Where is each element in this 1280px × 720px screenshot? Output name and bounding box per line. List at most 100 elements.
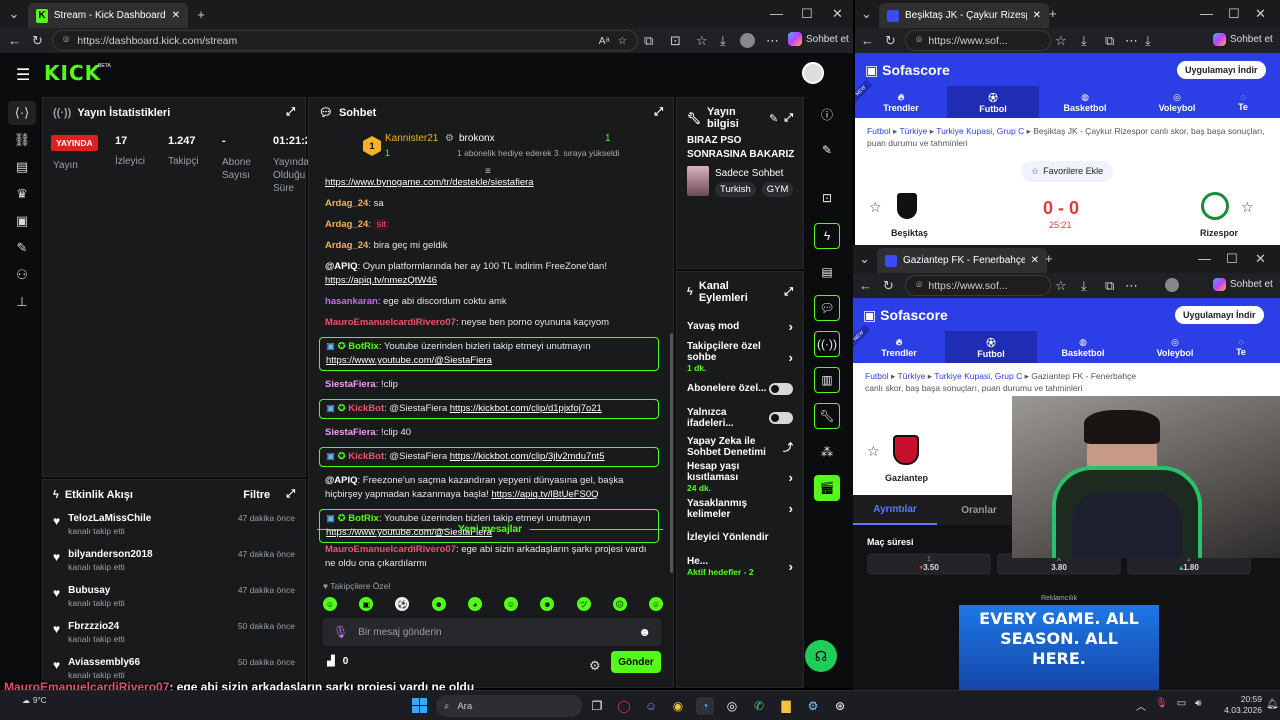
edit-pencil-icon[interactable]: ✎ xyxy=(769,112,778,125)
downloads-icon[interactable]: ⤓ xyxy=(1081,33,1087,49)
tab-kick-dashboard[interactable]: K Stream - Kick Dashboard ✕ xyxy=(28,3,188,28)
chrome-icon[interactable]: ◉ xyxy=(669,697,687,715)
clock[interactable]: 20:59 4.03.2026 xyxy=(1218,694,1262,716)
popout-icon[interactable]: ⤢ xyxy=(286,106,295,119)
tools-icon[interactable]: 🔧︎ xyxy=(814,403,840,429)
chat-link[interactable]: https://www.youtube.com/@SiestaFiera xyxy=(326,355,492,366)
emote-icon[interactable]: ☻ xyxy=(431,597,446,611)
hamburger-menu-icon[interactable]: ☰ xyxy=(16,65,30,85)
whatsapp-icon[interactable]: ✆ xyxy=(750,697,768,715)
settings-app-icon[interactable]: ⚙ xyxy=(804,697,822,715)
tag-chip[interactable]: GYM xyxy=(761,182,794,197)
chat-username[interactable]: hasankaran xyxy=(325,296,378,307)
emote-icon[interactable]: ☺ xyxy=(323,597,337,611)
kick-logo[interactable]: KICK xyxy=(44,61,101,85)
emote-icon[interactable]: ◕ xyxy=(467,597,482,611)
minimize-icon[interactable]: — xyxy=(1198,251,1211,266)
favorites-icon[interactable]: ☆ xyxy=(696,33,708,49)
back-icon[interactable]: ← xyxy=(859,278,872,293)
analytics-icon[interactable]: ▤ xyxy=(8,155,36,179)
obs-icon[interactable]: ◎ xyxy=(723,697,741,715)
settings-wrench-icon[interactable]: ✎ xyxy=(8,236,36,260)
notification-bell-icon[interactable]: 🔔︎ xyxy=(1266,699,1279,710)
toggle-switch[interactable] xyxy=(769,411,793,424)
chat-username[interactable]: MauroEmanuelcardiRivero07 xyxy=(325,317,456,328)
payouts-icon[interactable]: ⊥ xyxy=(8,290,36,314)
chat-scrollbar[interactable] xyxy=(670,333,673,573)
popout-activity-icon[interactable]: ⤢ xyxy=(286,488,295,501)
toggle-switch[interactable] xyxy=(769,382,793,395)
emoji-picker-icon[interactable]: ☻ xyxy=(638,625,651,639)
tab-details[interactable]: Ayrıntılar xyxy=(853,495,937,525)
weather-widget[interactable]: ☁ 9°C xyxy=(22,696,46,705)
away-team-name[interactable]: Rizespor xyxy=(1200,228,1238,238)
volume-icon[interactable]: 🔊︎ xyxy=(1195,698,1201,713)
scene-icon[interactable]: ⊡ xyxy=(814,185,840,211)
start-button[interactable] xyxy=(412,698,427,713)
profile-avatar[interactable] xyxy=(740,33,755,48)
crumb-football[interactable]: Futbol xyxy=(867,126,891,136)
install-app-button[interactable]: Uygulamayı İndir xyxy=(1177,61,1266,79)
nav-trending[interactable]: 🔥︎ Trendler xyxy=(855,86,947,118)
filter-button[interactable]: Filtre xyxy=(243,489,270,501)
split-screen-icon[interactable]: ⊡ xyxy=(670,33,681,49)
copilot-button[interactable]: Sohbet et xyxy=(788,32,849,46)
taskbar-search[interactable]: ⌕ Ara xyxy=(436,695,582,717)
activity-user[interactable]: Aviassembly66 xyxy=(68,657,230,668)
chat-link[interactable]: https://kickbot.com/clip/d1pjxfoj7o21 xyxy=(450,403,602,414)
nav-volleyball[interactable]: ◎ Voleybol xyxy=(1129,331,1221,363)
crumb-country[interactable]: Türkiye xyxy=(897,371,925,381)
microphone-icon[interactable]: 🎙︎ xyxy=(333,625,348,639)
close-window-icon[interactable]: ✕ xyxy=(1255,251,1266,267)
nav-basketball[interactable]: ◍ Basketbol xyxy=(1037,331,1129,363)
install-app-button[interactable]: Uygulamayı İndir xyxy=(1175,306,1264,324)
nav-basketball[interactable]: ◍ Basketbol xyxy=(1039,86,1131,118)
edge-icon[interactable]: ◔ xyxy=(696,697,714,715)
new-messages-divider[interactable]: Yeni mesajlar xyxy=(317,524,663,535)
more-menu-icon[interactable]: ⋯ xyxy=(766,33,779,49)
chat-username[interactable]: Ardag_24 xyxy=(325,219,368,230)
new-tab-icon[interactable]: + xyxy=(1045,251,1053,266)
emote-icon[interactable]: ☹ xyxy=(612,597,627,611)
chat-username[interactable]: Ardag_24 xyxy=(325,240,368,251)
file-explorer-icon[interactable]: ▇ xyxy=(777,697,795,715)
popout-actions-icon[interactable]: ⤢ xyxy=(784,286,793,299)
emote-icon[interactable]: ▣ xyxy=(359,597,374,611)
chat-username[interactable]: SiestaFiera xyxy=(325,379,376,390)
downloads-icon[interactable]: ⤓ xyxy=(720,33,726,49)
sofascore-logo[interactable]: ▣ Sofascore xyxy=(863,307,948,324)
info-icon[interactable]: ⓘ xyxy=(814,101,840,127)
quick-actions-icon[interactable]: ϟ xyxy=(814,223,840,249)
task-view-icon[interactable]: ❐ xyxy=(588,697,606,715)
extensions-icon[interactable]: ⧉ xyxy=(644,33,653,49)
copilot-button[interactable]: Sohbet et xyxy=(1213,278,1273,291)
tab-odds[interactable]: Oranlar xyxy=(937,495,1021,525)
tab-gaziantep[interactable]: Gaziantep FK - Fenerbahçe canlı sk ✕ xyxy=(877,248,1047,273)
away-favorite-star-icon[interactable]: ☆ xyxy=(1241,199,1254,216)
link-icon[interactable]: ⛓ xyxy=(8,128,36,152)
opera-icon[interactable]: ◯ xyxy=(615,697,633,715)
activity-item[interactable]: ♥ Bubusay kanalı takip etti 47 dakika önce xyxy=(43,585,305,621)
activity-item[interactable]: ♥ TelozLaMissChile kanalı takip etti 47 dak… xyxy=(43,513,305,549)
channel-action-item[interactable]: Yapay Zeka ile Sohbet Denetimi ⤴ xyxy=(677,432,803,461)
chat-username[interactable]: KickBot xyxy=(348,451,384,462)
last-message-user[interactable]: MauroEmanuelcardiRivero07 xyxy=(325,544,456,555)
chat-username[interactable]: Ardag_24 xyxy=(325,198,368,209)
stream-icon[interactable]: ⟨·⟩ xyxy=(8,101,36,125)
steam-icon[interactable]: ⊛ xyxy=(831,697,849,715)
support-headset-button[interactable]: ☊ xyxy=(805,640,837,672)
chat-username[interactable]: BotRix xyxy=(348,513,379,524)
tab-list-icon[interactable]: ⌄ xyxy=(6,6,22,22)
top-gifter-name[interactable]: Kannister21 xyxy=(385,133,438,144)
copilot-button[interactable]: Sohbet et xyxy=(1213,33,1273,46)
profile-avatar[interactable] xyxy=(1165,278,1179,292)
nav-football[interactable]: ⚽︎ Futbol xyxy=(947,86,1039,118)
channel-action-item[interactable]: Abonelere özel... xyxy=(677,374,803,403)
home-team-name[interactable]: Gaziantep xyxy=(885,473,928,483)
chat-input[interactable]: 🎙︎ Bir mesaj gönderin ☻ xyxy=(323,618,661,646)
add-favorite-button[interactable]: ☆ Favorilere Ekle xyxy=(1021,161,1114,182)
send-button[interactable]: Gönder xyxy=(611,651,661,673)
popout-chat-icon[interactable]: ⤢ xyxy=(654,106,663,119)
user-avatar[interactable] xyxy=(802,62,824,84)
crumb-league[interactable]: Turkiye Kupasi, Grup C xyxy=(934,371,1022,381)
